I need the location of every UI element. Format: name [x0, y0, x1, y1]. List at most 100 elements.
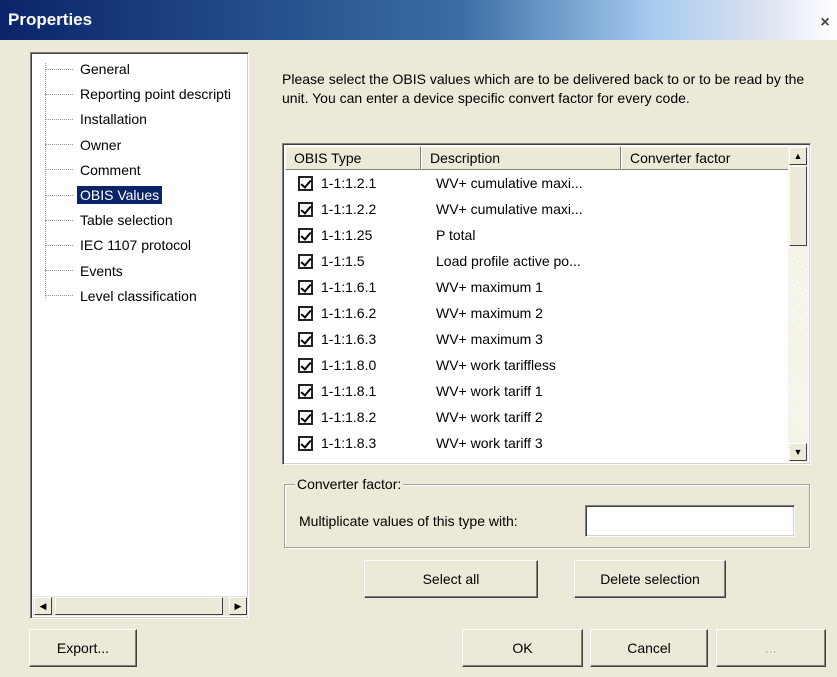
scrollbar-thumb[interactable]	[55, 597, 223, 615]
cell-obis-type: 1-1:1.25	[321, 227, 373, 243]
row-checkbox[interactable]	[298, 435, 313, 451]
tree-item-label: Level classification	[80, 287, 197, 304]
window-title: Properties	[8, 10, 93, 29]
column-description[interactable]: Description	[421, 146, 621, 170]
category-tree[interactable]: General Reporting point descripti Installa…	[30, 52, 249, 619]
row-checkbox[interactable]	[298, 175, 313, 191]
apply-button[interactable]: ...	[716, 629, 826, 667]
row-checkbox[interactable]	[298, 409, 313, 425]
column-obis-type[interactable]: OBIS Type	[285, 146, 421, 170]
tree-connector	[45, 219, 73, 221]
tree-item[interactable]: General	[31, 57, 133, 81]
tree-item[interactable]: Level classification	[31, 284, 200, 308]
tree-connector	[45, 144, 73, 146]
ok-button[interactable]: OK	[462, 629, 583, 667]
tree-item[interactable]: OBIS Values	[31, 183, 163, 207]
row-checkbox[interactable]	[298, 279, 313, 295]
title-bar: Properties ×	[0, 0, 837, 40]
table-row[interactable]: 1-1:1.6.2 WV+ maximum 2	[285, 300, 790, 326]
table-row[interactable]: 1-1:1.2.2 WV+ cumulative maxi...	[285, 196, 790, 222]
scroll-down-icon[interactable]: ▼	[789, 443, 807, 461]
cell-obis-type: 1-1:1.6.1	[321, 279, 377, 295]
tree-connector	[45, 270, 73, 272]
delete-selection-button[interactable]: Delete selection	[574, 560, 726, 598]
tree-item-label: Installation	[80, 111, 147, 128]
row-checkbox[interactable]	[298, 227, 313, 243]
cell-description: WV+ maximum 1	[436, 279, 543, 295]
tree-item-label: Reporting point descripti	[80, 86, 231, 103]
scroll-right-icon[interactable]: ▶	[229, 597, 247, 615]
tree-item[interactable]: Events	[31, 259, 126, 283]
cell-obis-type: 1-1:1.8.1	[321, 383, 377, 399]
row-checkbox[interactable]	[298, 253, 313, 269]
scrollbar-thumb[interactable]	[789, 166, 807, 246]
table-row[interactable]: 1-1:1.5 Load profile active po...	[285, 248, 790, 274]
tree-item[interactable]: IEC 1107 protocol	[31, 233, 194, 257]
tree-connector	[45, 169, 73, 171]
table-row[interactable]: 1-1:1.6.1 WV+ maximum 1	[285, 274, 790, 300]
multiplier-label: Multiplicate values of this type with:	[299, 513, 518, 529]
cell-description: Load profile active po...	[436, 253, 581, 269]
tree-connector	[45, 194, 73, 196]
column-converter-factor[interactable]: Converter factor	[621, 146, 790, 170]
tree-item-label: IEC 1107 protocol	[80, 237, 192, 254]
tree-item[interactable]: Installation	[31, 107, 150, 131]
table-row[interactable]: 1-1:1.8.0 WV+ work tariffless	[285, 352, 790, 378]
cell-description: WV+ work tariffless	[436, 357, 556, 373]
tree-item[interactable]: Reporting point descripti	[31, 82, 234, 106]
cancel-button[interactable]: Cancel	[590, 629, 708, 667]
select-all-button[interactable]: Select all	[364, 560, 538, 598]
tree-item-label: Comment	[80, 161, 141, 178]
tree-connector	[45, 68, 73, 70]
tree-item-label: Owner	[80, 136, 122, 153]
cell-description: WV+ work tariff 1	[436, 383, 543, 399]
row-checkbox[interactable]	[298, 331, 313, 347]
list-header: OBIS Type Description Converter factor	[285, 146, 790, 170]
cell-obis-type: 1-1:1.5	[321, 253, 365, 269]
row-checkbox[interactable]	[298, 357, 313, 373]
cell-obis-type: 1-1:1.8.3	[321, 435, 377, 451]
table-row[interactable]: 1-1:1.8.2 WV+ work tariff 2	[285, 404, 790, 430]
tree-connector	[45, 295, 73, 297]
row-checkbox[interactable]	[298, 201, 313, 217]
cell-description: WV+ maximum 2	[436, 305, 543, 321]
tree-item[interactable]: Owner	[31, 133, 124, 157]
cell-obis-type: 1-1:1.8.0	[321, 357, 377, 373]
tree-item[interactable]: Comment	[31, 158, 144, 182]
row-checkbox[interactable]	[298, 383, 313, 399]
cell-obis-type: 1-1:1.6.2	[321, 305, 377, 321]
instruction-text: Please select the OBIS values which are …	[282, 71, 805, 106]
group-legend: Converter factor:	[295, 476, 404, 492]
tree-connector	[45, 244, 73, 246]
table-row[interactable]: 1-1:1.8.1 WV+ work tariff 1	[285, 378, 790, 404]
converter-factor-group: Converter factor: Multiplicate values of…	[284, 476, 810, 548]
table-row[interactable]: 1-1:1.8.3 WV+ work tariff 3	[285, 430, 790, 456]
cell-description: WV+ work tariff 3	[436, 435, 543, 451]
tree-item-label: OBIS Values	[77, 186, 163, 204]
tree-item[interactable]: Table selection	[31, 208, 176, 232]
obis-list[interactable]: OBIS Type Description Converter factor 1…	[282, 143, 811, 465]
scroll-left-icon[interactable]: ◀	[34, 597, 52, 615]
tree-item-label: General	[80, 61, 130, 77]
cell-description: WV+ cumulative maxi...	[436, 201, 583, 217]
table-row[interactable]: 1-1:1.6.3 WV+ maximum 3	[285, 326, 790, 352]
tree-item-label: Table selection	[80, 212, 173, 229]
list-vertical-scrollbar[interactable]: ▲ ▼	[788, 146, 808, 462]
close-icon[interactable]: ×	[815, 14, 835, 34]
scroll-up-icon[interactable]: ▲	[789, 147, 807, 165]
cell-description: WV+ maximum 3	[436, 331, 543, 347]
tree-connector	[45, 93, 73, 95]
multiplier-input[interactable]	[585, 505, 795, 537]
export-button[interactable]: Export...	[29, 629, 137, 667]
cell-description: WV+ work tariff 2	[436, 409, 543, 425]
cell-obis-type: 1-1:1.6.3	[321, 331, 377, 347]
table-row[interactable]: 1-1:1.25 P total	[285, 222, 790, 248]
tree-connector	[45, 118, 73, 120]
row-checkbox[interactable]	[298, 305, 313, 321]
cell-obis-type: 1-1:1.8.2	[321, 409, 377, 425]
cell-description: P total	[436, 227, 476, 243]
tree-horizontal-scrollbar[interactable]: ◀ ▶	[33, 596, 248, 616]
table-row[interactable]: 1-1:1.2.1 WV+ cumulative maxi...	[285, 170, 790, 196]
cell-description: WV+ cumulative maxi...	[436, 175, 583, 191]
cell-obis-type: 1-1:1.2.2	[321, 201, 377, 217]
